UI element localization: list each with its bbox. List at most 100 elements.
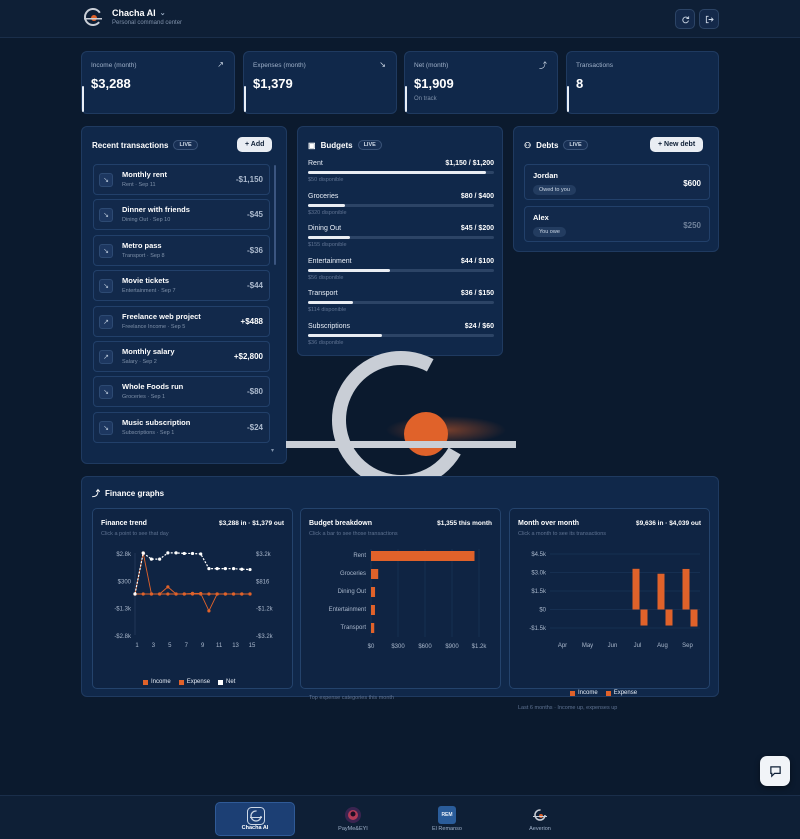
add-transaction-button[interactable]: + Add <box>237 137 273 152</box>
data-point-expense[interactable] <box>240 592 244 596</box>
transaction-row[interactable]: ↗ Monthly salary Salary · Sep 2 +$2,800 <box>93 341 270 372</box>
data-point-net[interactable] <box>199 552 203 556</box>
budget-breakdown-card[interactable]: Budget breakdown $1,355 this month Click… <box>300 508 502 701</box>
new-debt-button[interactable]: + New debt <box>650 137 704 152</box>
bar-expense[interactable] <box>640 609 648 626</box>
bar-expense[interactable] <box>690 609 698 627</box>
budget-amount: $24 / $60 <box>464 323 494 330</box>
budget-item[interactable]: Transport $36 / $150 $114 disponible <box>308 290 494 318</box>
arrow-down-right-icon: ↘ <box>99 385 113 400</box>
transaction-row[interactable]: ↘ Whole Foods run Groceries · Sep 1 -$80 <box>93 376 270 408</box>
debt-name: Jordan <box>533 171 559 180</box>
x-tick-label: $600 <box>418 644 432 650</box>
data-point-net[interactable] <box>248 567 252 572</box>
data-point-net[interactable] <box>223 567 227 571</box>
transaction-amount: -$45 <box>246 210 263 220</box>
bar-income[interactable] <box>632 568 640 610</box>
nav-item-chacha-ai[interactable]: Chacha AI <box>215 802 295 836</box>
budgets-title: Budgets <box>320 140 353 150</box>
data-point-net[interactable] <box>166 551 170 555</box>
finance-trend-chart[interactable]: $2.8k $300 -$1.3k -$2.8k $3.2k $816 -$1.2k -$3.… <box>93 541 294 666</box>
data-point-expense[interactable] <box>141 592 145 596</box>
bar[interactable] <box>371 569 379 579</box>
bar-expense[interactable] <box>665 609 673 626</box>
stat-label: Income (month) <box>91 62 137 69</box>
data-point-net[interactable] <box>133 592 137 596</box>
chat-button[interactable] <box>760 756 790 786</box>
scrollbar[interactable] <box>274 165 276 265</box>
finance-trend-card[interactable]: Finance trend $3,288 in · $1,379 out Cli… <box>92 508 293 689</box>
budgets-panel: ▣ Budgets LIVE Rent $1,150 / $1,200 $50 di… <box>297 126 503 356</box>
transaction-meta: Transport · Sep 8 <box>122 252 165 259</box>
budget-breakdown-chart[interactable]: $0 $300 $600 $900 $1.2k Rent Groceries Dining O… <box>301 541 502 666</box>
budget-item[interactable]: Groceries $80 / $400 $320 disponible <box>308 193 494 221</box>
category-label: Entertainment <box>329 607 367 613</box>
chevron-down-icon[interactable]: ▾ <box>271 447 274 454</box>
data-point-expense[interactable] <box>199 591 203 596</box>
chevron-down-icon[interactable]: ⌄ <box>160 9 166 17</box>
data-point-expense[interactable] <box>166 592 170 596</box>
bar-income[interactable] <box>682 568 690 610</box>
refresh-button[interactable] <box>675 9 695 29</box>
budget-remaining: $114 disponible <box>308 307 347 314</box>
budget-item[interactable]: Entertainment $44 / $100 $56 disponible <box>308 258 494 286</box>
bar[interactable] <box>371 551 475 561</box>
debt-item[interactable]: Alex You owe $250 <box>524 206 710 242</box>
data-point-expense[interactable] <box>223 592 227 596</box>
nav-item-el-remanso[interactable]: REM El Remanso <box>407 802 487 836</box>
budget-progress <box>308 268 494 272</box>
budget-item[interactable]: Dining Out $45 / $200 $155 disponible <box>308 225 494 253</box>
breakdown-hint: Click a bar to see those transactions <box>309 531 398 537</box>
data-point-net[interactable] <box>158 557 162 561</box>
trend-up-icon: ⤴ <box>539 61 547 70</box>
data-point-expense[interactable] <box>149 592 154 596</box>
data-point-net[interactable] <box>149 557 154 561</box>
data-point-net[interactable] <box>174 551 178 555</box>
budget-progress-fill <box>308 236 350 240</box>
transaction-amount: +$488 <box>240 316 263 326</box>
transaction-row[interactable]: ↘ Metro pass Transport · Sep 8 -$36 <box>93 234 270 266</box>
nav-item-aeverion[interactable]: Aeverion <box>500 802 580 836</box>
x-tick-label: 15 <box>249 643 256 649</box>
transaction-row[interactable]: ↗ Freelance web project Freelance Income ·… <box>93 305 270 337</box>
budget-name: Dining Out <box>308 225 342 233</box>
logout-button[interactable] <box>699 9 719 29</box>
data-point-expense[interactable] <box>174 592 178 596</box>
data-point-net[interactable] <box>141 551 145 555</box>
data-point-net[interactable] <box>215 567 219 571</box>
bar[interactable] <box>371 605 375 615</box>
transaction-row[interactable]: ↘ Music subscription Subscriptions · Sep 1… <box>93 411 270 443</box>
data-point-expense[interactable] <box>158 592 162 596</box>
nav-item-payme[interactable]: PayMe&EYI <box>313 802 393 836</box>
data-point-net[interactable] <box>231 567 236 571</box>
arrow-down-right-icon: ↘ <box>99 173 113 187</box>
transaction-row[interactable]: ↘ Dinner with friends Dining Out · Sep 10 -… <box>93 199 270 231</box>
y-tick-label-right: -$3.2k <box>256 634 274 640</box>
data-point-net[interactable] <box>190 551 195 556</box>
transaction-amount: -$36 <box>246 245 263 255</box>
brand[interactable]: Chacha AI ⌄ Personal command center <box>82 6 182 28</box>
budget-item[interactable]: Subscriptions $24 / $60 $36 disponible <box>308 323 494 351</box>
data-point-expense[interactable] <box>182 592 186 596</box>
data-point-expense[interactable] <box>231 592 236 596</box>
data-point-expense[interactable] <box>207 609 211 613</box>
month-over-month-card[interactable]: Month over month $9,636 in · $4,039 out … <box>509 508 711 711</box>
bar[interactable] <box>371 587 376 597</box>
budget-item[interactable]: Rent $1,150 / $1,200 $50 disponible <box>308 160 494 188</box>
transaction-row[interactable]: ↘ Movie tickets Entertainment · Sep 7 -$44 <box>93 270 270 302</box>
data-point-income[interactable] <box>207 592 211 596</box>
bar[interactable] <box>371 623 375 633</box>
data-point-expense[interactable] <box>190 591 195 595</box>
stat-value: $1,379 <box>253 76 293 91</box>
data-point-net[interactable] <box>182 551 186 556</box>
data-point-income[interactable] <box>166 585 170 589</box>
data-point-net[interactable] <box>207 567 211 571</box>
debt-item[interactable]: Jordan Owed to you $600 <box>524 164 710 200</box>
data-point-expense[interactable] <box>248 592 252 596</box>
data-point-expense[interactable] <box>215 592 219 596</box>
data-point-net[interactable] <box>240 567 244 571</box>
bar-income[interactable] <box>657 573 665 610</box>
budget-name: Entertainment <box>308 257 352 265</box>
month-over-month-chart[interactable]: $4.5k $3.0k $1.5k $0 -$1.5k Apr May Jun Jul Aug Se… <box>510 549 711 674</box>
transaction-row[interactable]: ↘ Monthly rent Rent · Sep 11 -$1,150 <box>93 164 270 195</box>
